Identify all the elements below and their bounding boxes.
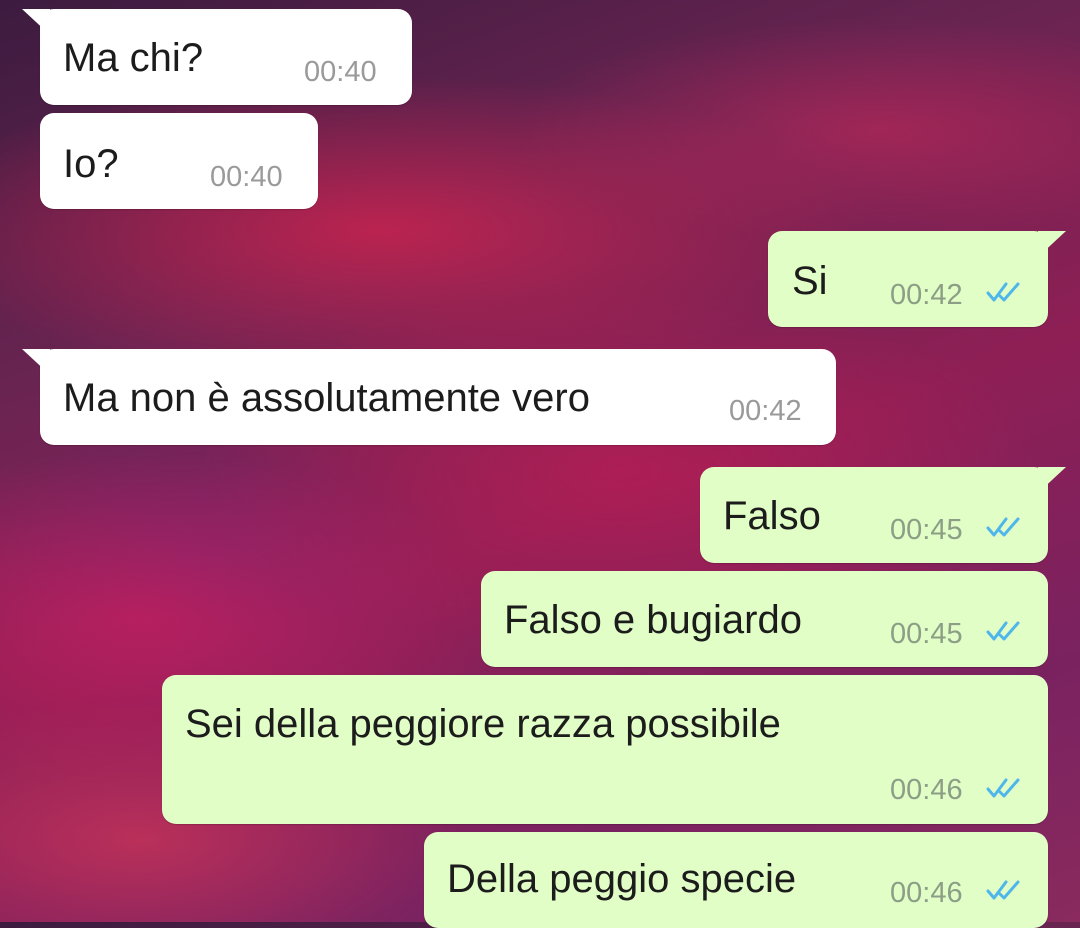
double-check-icon bbox=[986, 517, 1020, 537]
message-time: 00:40 bbox=[304, 56, 377, 88]
message-time: 00:45 bbox=[890, 514, 963, 546]
message-bubble-incoming[interactable]: Ma chi? 00:40 bbox=[22, 9, 412, 105]
message-bubble-incoming[interactable]: Io? 00:40 bbox=[40, 113, 318, 209]
message-bubble-outgoing[interactable]: Falso e bugiardo 00:45 bbox=[481, 571, 1048, 667]
message-text: Sei della peggiore razza possibile bbox=[185, 702, 781, 746]
message-text: Si bbox=[792, 259, 828, 303]
message-time: 00:46 bbox=[890, 774, 963, 806]
bubble-tail bbox=[22, 349, 50, 375]
message-bubble-outgoing[interactable]: Falso 00:45 bbox=[700, 467, 1066, 563]
message-text: Ma chi? bbox=[63, 36, 204, 80]
bubble-tail bbox=[1038, 231, 1066, 257]
message-bubble-outgoing[interactable]: Sei della peggiore razza possibile 00:46 bbox=[162, 675, 1048, 824]
message-time: 00:42 bbox=[729, 395, 802, 427]
double-check-icon bbox=[986, 778, 1020, 798]
message-time: 00:46 bbox=[890, 877, 963, 909]
double-check-icon bbox=[986, 880, 1020, 900]
bubble-tail bbox=[1038, 467, 1066, 493]
message-text: Ma non è assolutamente vero bbox=[63, 376, 590, 420]
message-time: 00:42 bbox=[890, 279, 963, 311]
message-bubble-outgoing[interactable]: Si 00:42 bbox=[768, 231, 1066, 327]
message-bubble-incoming[interactable]: Ma non è assolutamente vero 00:42 bbox=[22, 349, 836, 445]
message-bubble-outgoing[interactable]: Della peggio specie 00:46 bbox=[424, 832, 1048, 928]
message-text: Della peggio specie bbox=[447, 857, 797, 901]
message-text: Io? bbox=[63, 142, 119, 186]
message-time: 00:40 bbox=[210, 161, 283, 193]
double-check-icon bbox=[986, 621, 1020, 641]
message-text: Falso e bugiardo bbox=[504, 598, 802, 642]
double-check-icon bbox=[986, 282, 1020, 302]
bubble-tail bbox=[22, 9, 50, 35]
message-time: 00:45 bbox=[890, 618, 963, 650]
message-text: Falso bbox=[723, 494, 821, 538]
chat-area: Ma chi? 00:40 Io? 00:40 Si 00:42 Ma non … bbox=[0, 0, 1080, 928]
